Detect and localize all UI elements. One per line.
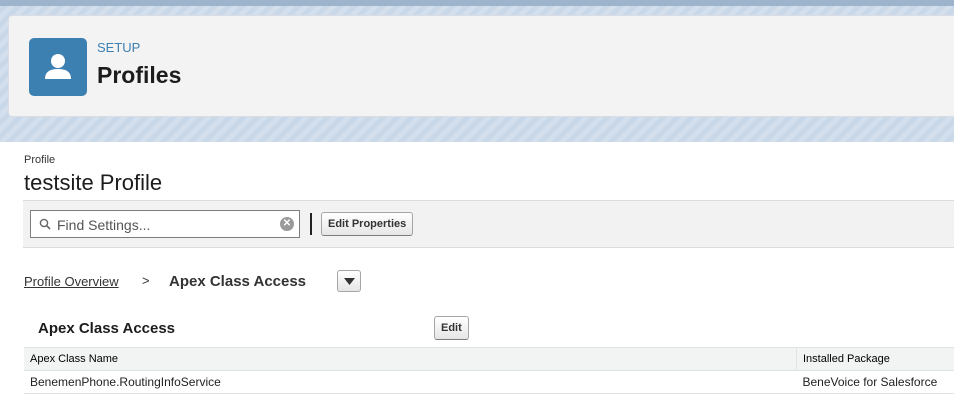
- section-title: Apex Class Access: [38, 320, 176, 337]
- clear-icon[interactable]: ✕: [280, 217, 294, 231]
- breadcrumb-separator: >: [142, 273, 150, 288]
- top-banner: SETUP Profiles: [0, 0, 954, 142]
- breadcrumb-current: Apex Class Access: [169, 273, 307, 290]
- profile-toolbar: ✕ Edit Properties: [23, 200, 954, 248]
- setup-label[interactable]: SETUP: [97, 40, 140, 55]
- top-line: [0, 0, 954, 6]
- search-icon: [39, 218, 51, 230]
- profiles-badge: [29, 38, 87, 96]
- record-name: testsite Profile: [24, 170, 163, 195]
- edit-properties-button[interactable]: Edit Properties: [321, 212, 414, 236]
- find-settings-input[interactable]: [55, 214, 275, 236]
- installed-package-cell: BeneVoice for Salesforce: [796, 370, 954, 394]
- apex-class-name-cell: BenemenPhone.RoutingInfoService: [24, 370, 797, 394]
- apex-class-table: Apex Class Name Installed Package Beneme…: [24, 347, 954, 394]
- find-settings-box[interactable]: ✕: [30, 210, 300, 238]
- page-header: SETUP Profiles: [8, 15, 954, 117]
- record-type-label: Profile: [24, 154, 56, 166]
- column-header-installed-package: Installed Package: [796, 347, 954, 371]
- breadcrumb-profile-overview-link[interactable]: Profile Overview: [24, 274, 119, 289]
- main-content: Profile testsite Profile ✕ Edit Properti…: [0, 142, 954, 400]
- page-title: Profiles: [97, 62, 182, 88]
- edit-button[interactable]: Edit: [434, 316, 469, 340]
- toolbar-divider: [310, 213, 312, 235]
- user-icon: [45, 54, 71, 79]
- table-header-row: Apex Class Name Installed Package: [24, 347, 954, 371]
- table-row: BenemenPhone.RoutingInfoService BeneVoic…: [24, 370, 954, 394]
- breadcrumb-dropdown-button[interactable]: [337, 270, 361, 292]
- column-header-apex-class-name: Apex Class Name: [24, 347, 797, 371]
- caret-down-icon: [344, 278, 355, 285]
